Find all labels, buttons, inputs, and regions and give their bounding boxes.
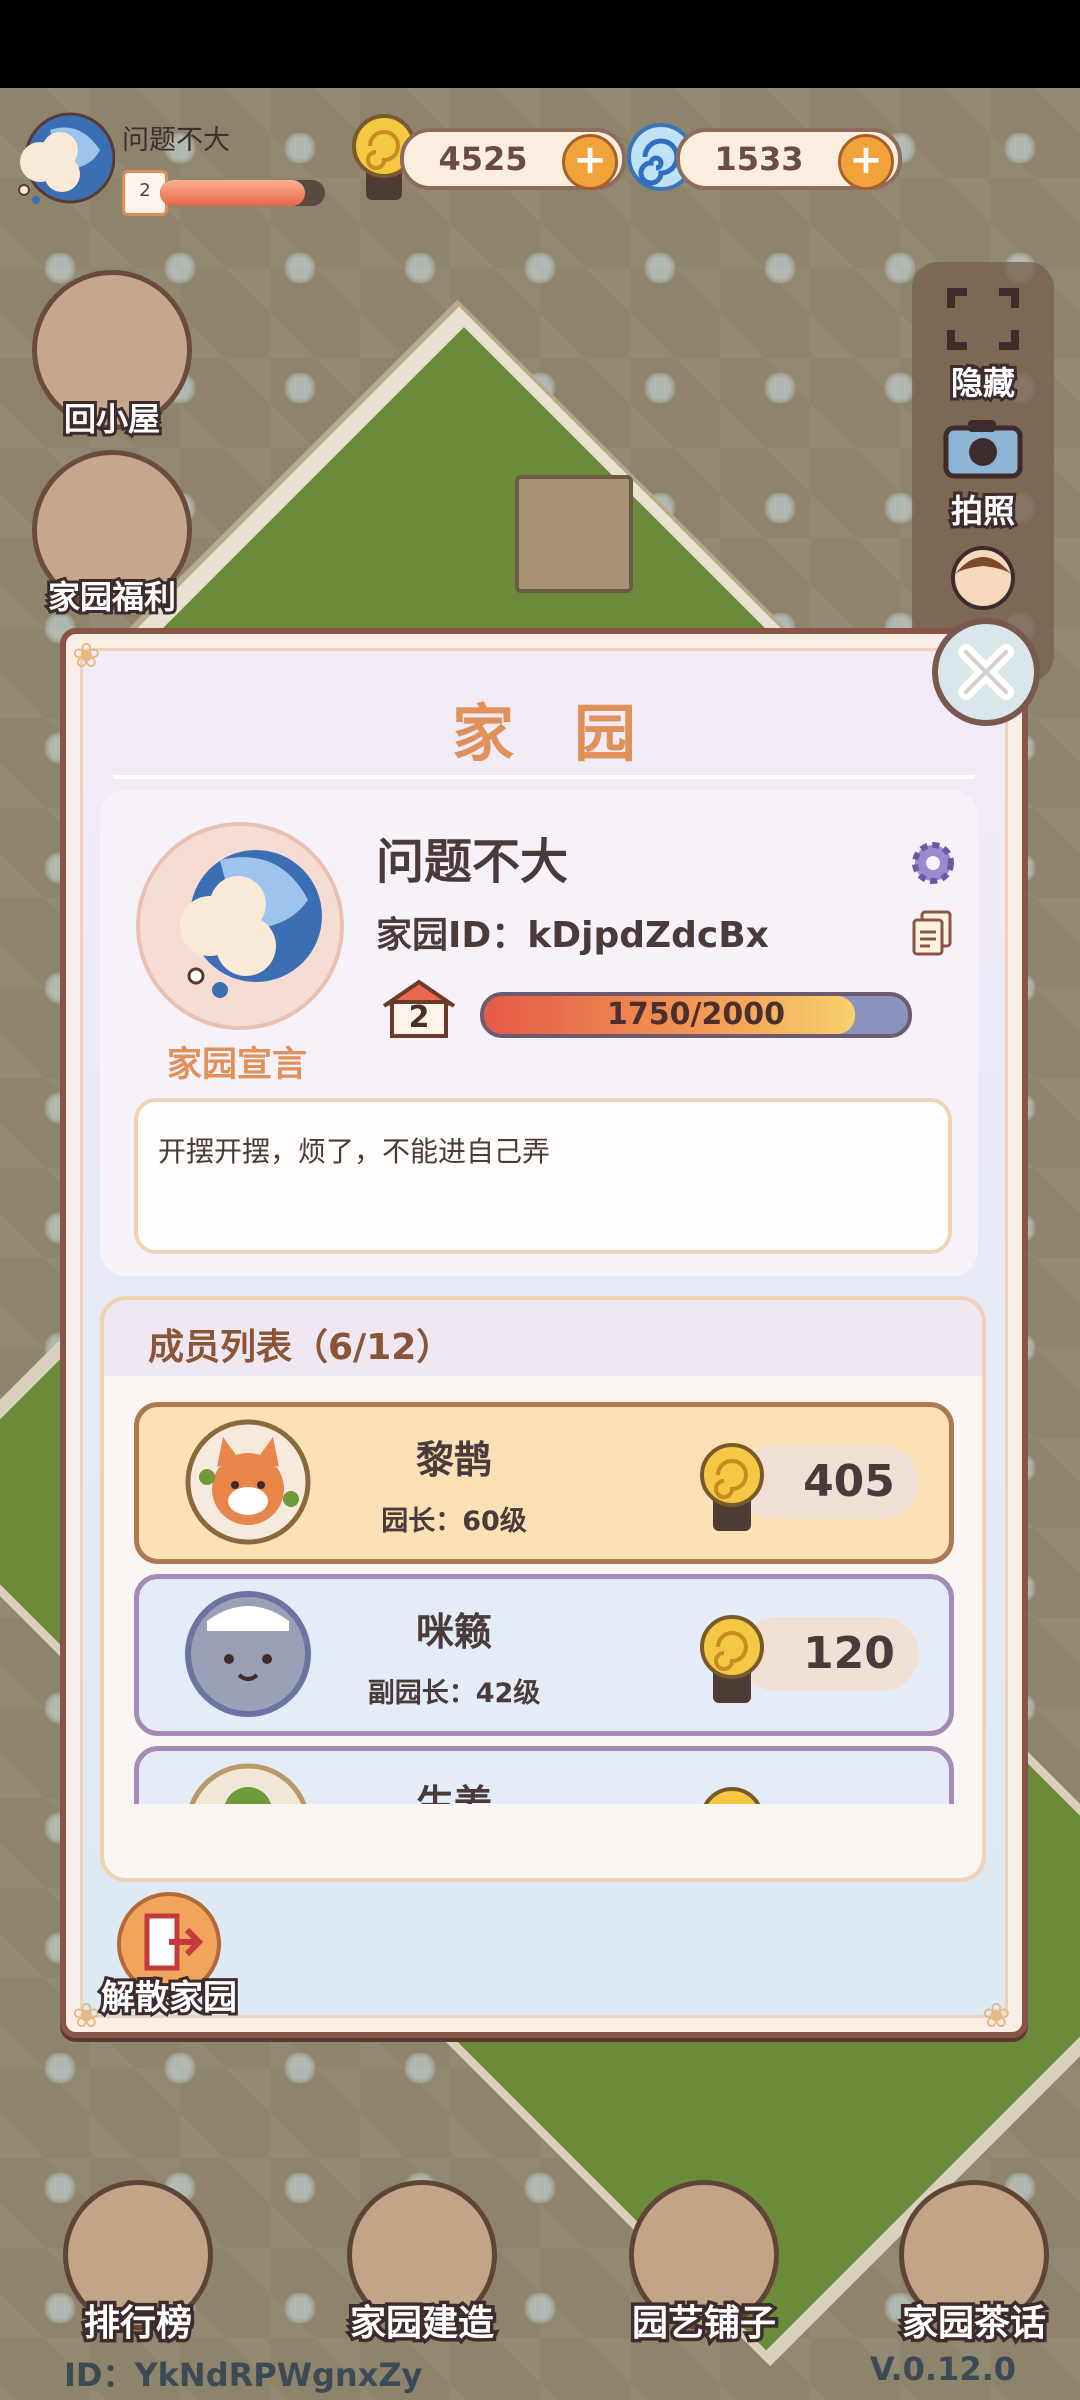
member-list-header: 成员列表（6/12） [104,1300,982,1376]
coin-value: 4525 [438,140,528,178]
home-benefits-button[interactable]: 家园福利 [22,450,202,619]
home-exp-bar: 1750/2000 [480,992,912,1038]
member-row[interactable]: 生姜 [134,1746,954,1804]
member-name: 咪籁 [415,1610,492,1654]
member-list-title: 成员列表（6/12） [148,1327,453,1368]
home-exp-text: 1750/2000 [607,997,785,1032]
go-home-label: 回小屋 [61,397,163,441]
dialog-title: 家园 [451,697,696,770]
member-score: 405 [803,1456,895,1507]
nav-garden-shop[interactable]: 园艺铺子 [604,2180,804,2348]
member-role: 副园长：42级 [367,1678,541,1709]
nav-leaderboard-label: 排行榜 [80,2300,195,2348]
footer-version: V.0.12.0 [869,2350,1016,2388]
nav-leaderboard[interactable]: 排行榜 [38,2180,238,2348]
home-level-badge: 2 [378,978,460,1040]
nav-garden-shop-label: 园艺铺子 [628,2300,779,2348]
home-id: 家园ID：kDjpdZdcBx [376,915,769,956]
character-icon [951,546,1015,610]
home-name: 问题不大 [376,834,569,890]
hide-label: 隐藏 [948,361,1018,405]
corner-ornament: ❀ [982,1996,1011,2036]
snail-coin-icon [700,1443,764,1531]
copy-id-icon[interactable] [910,908,954,958]
home-avatar [136,822,344,1030]
camera-icon [943,420,1023,479]
garden-shed[interactable] [515,475,633,593]
member-list-card: 成员列表（6/12） 黎鹊 园长：60级 405 咪籁 副园长：42级 120 … [100,1296,986,1882]
player-exp-bar [160,180,325,206]
hide-button[interactable]: 隐藏 [912,284,1054,405]
nav-home-chat[interactable]: 家园茶话 [874,2180,1074,2348]
member-role: 园长：60级 [381,1506,527,1537]
photo-button[interactable]: 拍照 [912,412,1054,533]
add-coins-button[interactable]: + [562,134,618,190]
manifesto-label: 家园宣言 [166,1045,307,1085]
close-icon[interactable] [932,618,1040,726]
member-name: 黎鹊 [415,1438,492,1482]
manifesto-text: 开摆开摆，烦了，不能进自己弄 [158,1135,551,1168]
snail-coin-icon [700,1615,764,1703]
member-row[interactable]: 咪籁 副园长：42级 120 [134,1574,954,1736]
snail-coin-icon [703,1787,761,1804]
member-avatar [185,1419,311,1545]
nav-home-build[interactable]: 家园建造 [322,2180,522,2348]
swirl-value: 1533 [714,140,804,178]
go-home-button[interactable]: 回小屋 [22,270,202,441]
dissolve-home-button[interactable]: 解散家园 [64,1892,274,2021]
coin-counter: 4525 + [400,128,626,190]
home-level-value: 2 [408,1000,430,1035]
swirl-counter: 1533 + [676,128,902,190]
title-divider [113,775,975,779]
player-name: 问题不大 [122,125,230,156]
hide-icon [947,288,1019,350]
nav-home-chat-label: 家园茶话 [898,2300,1049,2348]
corner-ornament: ❀ [72,636,101,676]
player-avatar[interactable] [10,110,115,210]
character-button[interactable] [912,538,1054,622]
member-avatar [185,1591,311,1717]
home-benefits-label: 家园福利 [45,575,179,619]
member-row[interactable]: 黎鹊 园长：60级 405 [134,1402,954,1564]
member-avatar [189,1763,307,1804]
status-bar [0,0,1080,88]
add-swirls-button[interactable]: + [838,134,894,190]
settings-gear-icon[interactable] [908,838,958,888]
photo-label: 拍照 [948,489,1018,533]
member-score: 120 [803,1628,895,1679]
footer-user-id: ID：YkNdRPWgnxZy [64,2356,423,2394]
manifesto-box[interactable]: 开摆开摆，烦了，不能进自己弄 [134,1098,952,1254]
dissolve-home-label: 解散家园 [98,1975,240,2021]
member-list[interactable]: 黎鹊 园长：60级 405 咪籁 副园长：42级 120 生姜 [104,1396,982,1804]
nav-home-build-label: 家园建造 [346,2300,497,2348]
member-name: 生姜 [415,1782,492,1804]
